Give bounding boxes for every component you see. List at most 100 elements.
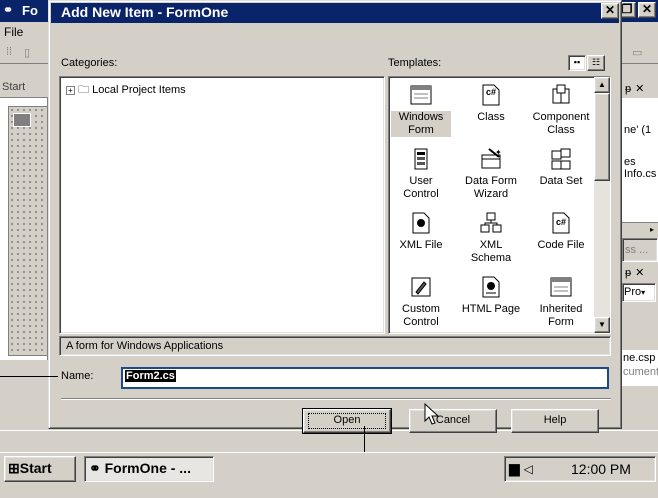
category-label: Local Project Items bbox=[92, 84, 186, 96]
categories-tree: + 🗀 Local Project Items bbox=[59, 76, 385, 334]
taskbar-item-formone[interactable]: ⚭ FormOne - ... bbox=[84, 456, 214, 482]
mouse-cursor-icon bbox=[424, 403, 440, 425]
template-label: Code File bbox=[537, 239, 585, 251]
tab-label: ss ... bbox=[625, 244, 649, 256]
category-local-project-items[interactable]: + 🗀 Local Project Items bbox=[66, 81, 186, 100]
vs-app-icon: ⚭ bbox=[89, 460, 101, 476]
svg-text:✦: ✦ bbox=[495, 148, 502, 157]
custom-control-icon bbox=[411, 277, 431, 297]
help-button[interactable]: Help bbox=[511, 409, 599, 433]
pin-icon[interactable]: ᵽ bbox=[625, 83, 635, 95]
separator bbox=[61, 398, 611, 400]
template-label: Data Set bbox=[539, 175, 583, 187]
solution-node[interactable]: Info.cs bbox=[624, 168, 656, 180]
properties-object-combo[interactable]: Pro▾ bbox=[622, 283, 656, 302]
form-icon bbox=[13, 113, 31, 127]
close-icon[interactable]: ✕ bbox=[635, 83, 648, 95]
ide-statusbar bbox=[0, 430, 658, 452]
template-label: Windows Form bbox=[391, 111, 451, 137]
template-html-page[interactable]: HTML Page bbox=[461, 275, 521, 316]
scroll-up-icon[interactable]: ▲ bbox=[594, 77, 610, 93]
chevron-down-icon[interactable]: ▾ bbox=[641, 288, 645, 297]
scroll-right-icon[interactable]: ▸ bbox=[650, 225, 654, 234]
solution-node[interactable]: es bbox=[624, 156, 636, 168]
template-label: Component Class bbox=[532, 111, 590, 136]
user-control-icon bbox=[414, 148, 428, 170]
scroll-down-icon[interactable]: ▼ bbox=[594, 317, 610, 333]
template-inherited-form[interactable]: Inherited Form bbox=[531, 275, 591, 329]
svg-text:c#: c# bbox=[486, 87, 496, 97]
template-code-file[interactable]: c# Code File bbox=[531, 211, 591, 252]
add-new-item-dialog: Add New Item - FormOne ✕ Categories: Tem… bbox=[48, 0, 622, 434]
template-custom-control[interactable]: Custom Control bbox=[391, 275, 451, 329]
categories-label: Categories: bbox=[61, 57, 118, 69]
template-xml-schema[interactable]: XML Schema bbox=[461, 211, 521, 265]
toolbar-button-icon[interactable]: ▭ bbox=[632, 46, 642, 59]
start-button[interactable]: ⊞Start bbox=[4, 456, 76, 482]
templates-list: Windows Form c# Class Component Class Us… bbox=[388, 76, 611, 334]
solution-explorer: ne' (1 es Info.cs bbox=[622, 98, 658, 222]
solution-hscrollbar[interactable]: ▸ bbox=[622, 222, 658, 238]
template-windows-form[interactable]: Windows Form bbox=[391, 83, 451, 137]
callout-line-name bbox=[0, 376, 58, 377]
tab-start[interactable]: Start bbox=[0, 78, 48, 98]
xml-file-icon bbox=[412, 212, 430, 234]
html-page-icon bbox=[482, 276, 500, 298]
name-label: Name: bbox=[61, 370, 94, 382]
cancel-button-label: Cancel bbox=[435, 414, 471, 426]
template-label: XML File bbox=[399, 239, 443, 251]
component-class-icon bbox=[552, 84, 570, 104]
class-icon: c# bbox=[482, 84, 500, 106]
tab-class-view[interactable]: ss ... bbox=[622, 238, 658, 262]
large-icons-view-icon[interactable]: ▪▪ bbox=[568, 55, 586, 71]
system-tray: ▆ ◁ 12:00 PM bbox=[504, 456, 656, 482]
view-mode-buttons: ▪▪ ☷ bbox=[568, 55, 606, 71]
svg-text:c#: c# bbox=[556, 217, 566, 227]
small-icons-view-icon[interactable]: ☷ bbox=[587, 55, 605, 71]
cancel-button[interactable]: Cancel bbox=[409, 409, 497, 433]
template-data-form-wizard[interactable]: ✦ Data Form Wizard bbox=[461, 147, 521, 201]
taskbar-item-label: FormOne - ... bbox=[104, 460, 191, 476]
combo-value: Pro bbox=[624, 286, 642, 298]
designer-form-surface[interactable] bbox=[8, 106, 48, 356]
toolbar-grip-icon: ⁞⁞ bbox=[6, 46, 13, 58]
template-label: Class bbox=[477, 111, 505, 123]
template-xml-file[interactable]: XML File bbox=[391, 211, 451, 252]
name-input[interactable]: Form2.cs bbox=[121, 367, 609, 389]
properties-header: ᵽ✕ bbox=[622, 264, 658, 282]
ide-title-text: Fo bbox=[22, 3, 38, 18]
windows-logo-icon: ⊞ bbox=[8, 460, 20, 476]
inherited-form-icon bbox=[550, 277, 572, 297]
folder-icon: 🗀 bbox=[78, 84, 90, 96]
toolbar-button-icon[interactable]: ▯ bbox=[24, 46, 30, 59]
expand-icon[interactable]: + bbox=[66, 85, 75, 95]
ide-window-controls: ❐ ✕ bbox=[616, 2, 656, 18]
open-button[interactable]: Open bbox=[302, 408, 392, 434]
speaker-icon[interactable]: ◁ bbox=[524, 462, 533, 476]
template-label: XML Schema bbox=[470, 239, 512, 264]
dialog-title: Add New Item - FormOne bbox=[61, 4, 229, 20]
property-value: ne.csp bbox=[623, 352, 656, 364]
close-icon[interactable]: ✕ bbox=[601, 3, 619, 19]
templates-scrollbar[interactable]: ▲ ▼ bbox=[594, 77, 610, 333]
template-label: User Control bbox=[403, 175, 439, 200]
solution-explorer-header: ᵽ✕ bbox=[622, 80, 658, 98]
xml-schema-icon bbox=[480, 212, 502, 233]
template-data-set[interactable]: Data Set bbox=[531, 147, 591, 188]
focus-rect bbox=[308, 413, 386, 429]
clock[interactable]: 12:00 PM bbox=[571, 461, 631, 477]
close-icon[interactable]: ✕ bbox=[635, 267, 648, 279]
solution-node[interactable]: ne' (1 bbox=[624, 124, 651, 136]
template-class[interactable]: c# Class bbox=[461, 83, 521, 124]
pin-icon[interactable]: ᵽ bbox=[625, 267, 635, 279]
template-description: A form for Windows Applications bbox=[59, 336, 611, 356]
data-set-icon bbox=[551, 148, 571, 170]
vs-app-icon: ⚭ bbox=[3, 3, 14, 17]
template-user-control[interactable]: User Control bbox=[391, 147, 451, 201]
template-component-class[interactable]: Component Class bbox=[531, 83, 591, 137]
network-icon[interactable]: ▆ bbox=[509, 460, 520, 476]
menu-file[interactable]: File bbox=[4, 25, 23, 39]
close-icon[interactable]: ✕ bbox=[638, 2, 656, 18]
scroll-thumb[interactable] bbox=[594, 93, 610, 181]
template-label: Inherited Form bbox=[539, 303, 583, 328]
